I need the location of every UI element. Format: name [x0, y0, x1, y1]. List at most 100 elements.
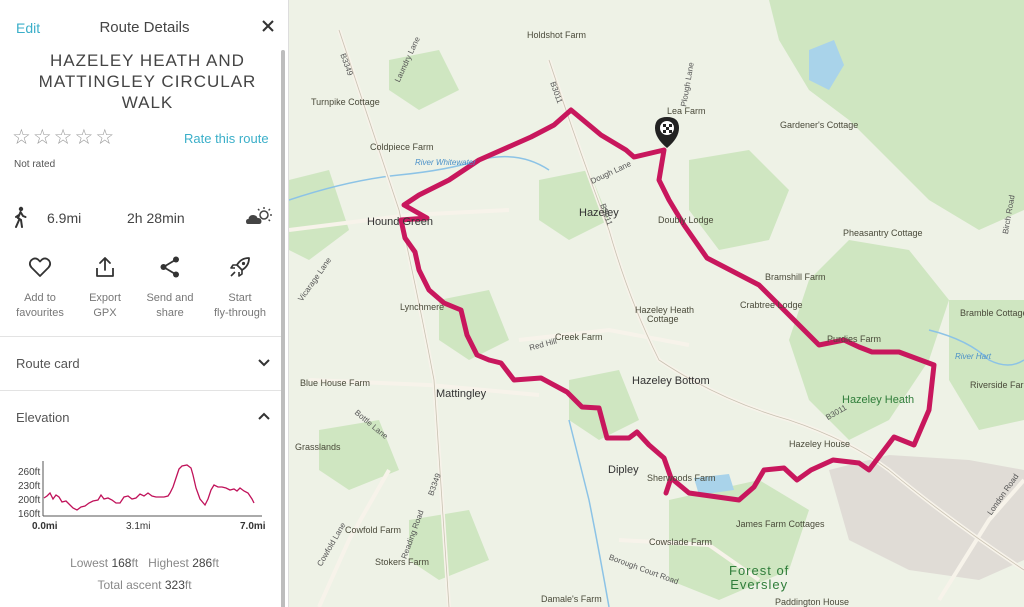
map-place-label: Lea Farm — [667, 106, 706, 116]
x-end-label: 7.0mi — [240, 521, 266, 532]
rocket-icon — [230, 257, 250, 277]
start-fly-through-button[interactable]: Start fly-through — [205, 255, 275, 321]
chevron-up-icon — [258, 412, 270, 420]
elevation-profile-line — [43, 464, 255, 511]
y-tick-label: 230ft — [18, 481, 40, 492]
map-place-label: Paddington House — [775, 597, 850, 607]
route-card-toggle[interactable]: Route card — [0, 337, 281, 389]
map-place-label: Mattingley — [436, 388, 487, 400]
star-icon[interactable]: ☆ — [95, 127, 114, 149]
map-place-label: Dipley — [608, 464, 639, 476]
action-label-line-1: Start — [228, 292, 252, 304]
map-river-label: River Whitewater — [415, 158, 476, 167]
map-place-label: Sherwoods Farm — [647, 473, 716, 483]
share-icon — [160, 256, 179, 278]
route-name: HAZELEY HEATH AND MATTINGLEY CIRCULAR WA… — [20, 50, 275, 113]
close-icon[interactable] — [260, 18, 276, 34]
ascent-label: Total ascent — [97, 578, 162, 592]
map-place-label: Riverside Farm — [970, 380, 1024, 390]
highest-value: 286 — [192, 556, 213, 570]
forest-label-line-2: Eversley — [730, 577, 789, 592]
woodland-area — [319, 420, 399, 490]
built-up-area — [829, 455, 1024, 580]
map-place-label: Cowslade Farm — [649, 537, 713, 547]
map-place-label: Hazeley Heath — [842, 394, 915, 406]
route-stats: 6.9mi 2h 28min — [0, 206, 281, 230]
route-distance: 6.9mi — [47, 210, 81, 226]
map-forest-label: Forest of Eversley — [729, 564, 789, 592]
heart-icon — [28, 257, 52, 277]
map-place-label: Bramble Cottage — [960, 308, 1024, 318]
elevation-toggle[interactable]: Elevation — [0, 391, 281, 443]
route-card-label: Route card — [16, 356, 80, 371]
map-view[interactable]: Holdshot Farm Lea Farm Gardener's Cottag… — [289, 0, 1024, 607]
finish-flag-marker-icon[interactable] — [655, 117, 679, 148]
ascent-value: 323 — [164, 578, 185, 592]
map-place-label: Gardener's Cottage — [780, 120, 859, 130]
distance-value: 6.9 — [47, 210, 67, 226]
elevation-total-ascent: Total ascent 323ft — [0, 578, 288, 592]
map-place-label: Bramshill Farm — [765, 272, 826, 282]
action-label-line-2: GPX — [93, 307, 117, 319]
distance-unit: mi — [66, 210, 82, 226]
scrollbar-thumb[interactable] — [281, 50, 285, 607]
panel-scrollbar[interactable] — [281, 50, 285, 607]
send-and-share-button[interactable]: Send and share — [135, 255, 205, 321]
map-place-label: Cowfold Farm — [345, 525, 402, 535]
y-tick-label: 260ft — [18, 467, 40, 478]
y-tick-label: 160ft — [18, 509, 40, 520]
map-place-label: Lynchmere — [400, 302, 445, 312]
elevation-label: Elevation — [16, 410, 70, 425]
minutes-unit: min — [162, 210, 185, 226]
star-icon[interactable]: ☆ — [12, 127, 31, 149]
map-place-label: Grasslands — [295, 442, 341, 452]
action-label-line-1: Send and — [146, 292, 194, 304]
route-duration: 2h 28min — [127, 210, 185, 226]
weather-cloud-sun-icon[interactable] — [245, 206, 273, 228]
river — [568, 419, 610, 607]
star-rating[interactable]: ☆ ☆ ☆ ☆ ☆ — [12, 127, 114, 149]
action-label-line-1: Export — [89, 292, 121, 304]
map-place-label: Hound Green — [367, 216, 434, 228]
route-name-line-1: HAZELEY HEATH AND — [50, 51, 245, 70]
ascent-unit: ft — [184, 578, 192, 592]
rate-route-link[interactable]: Rate this route — [184, 131, 269, 146]
woodland-area — [769, 0, 1024, 230]
route-details-panel: Edit Route Details HAZELEY HEATH AND MAT… — [0, 0, 289, 607]
panel-title: Route Details — [99, 19, 190, 36]
x-start-label: 0.0mi — [32, 521, 58, 532]
action-label-line-2: favourites — [16, 307, 64, 319]
map-place-label: Hazeley Bottom — [632, 375, 710, 387]
map-place-label: Purdies Farm — [827, 334, 882, 344]
export-gpx-button[interactable]: Export GPX — [70, 255, 140, 321]
map-place-label: Damale's Farm — [541, 594, 602, 604]
hours-unit: h — [134, 210, 143, 226]
map-place-label: Coldpiece Farm — [370, 142, 434, 152]
star-icon[interactable]: ☆ — [54, 127, 73, 149]
hours-value: 2 — [127, 210, 135, 226]
action-label-line-1: Add to — [24, 292, 56, 304]
map-place-label: Creek Farm — [555, 332, 603, 342]
minutes-value: 28 — [146, 210, 163, 226]
map-place-label: Crabtree Lodge — [740, 300, 803, 310]
highest-label: Highest — [148, 556, 189, 570]
woodland-area — [289, 170, 349, 260]
star-icon[interactable]: ☆ — [74, 127, 93, 149]
elevation-chart: 260ft 230ft 200ft 160ft 0.0mi 3.1mi 7.0m… — [18, 461, 266, 532]
woodland-area — [689, 150, 789, 250]
map-place-label: Blue House Farm — [300, 378, 371, 388]
map-place-label: Cottage — [647, 314, 679, 324]
highest-unit: ft — [212, 556, 219, 570]
map-place-label: Holdshot Farm — [527, 30, 587, 40]
add-to-favourites-button[interactable]: Add to favourites — [5, 255, 75, 321]
lowest-unit: ft — [131, 556, 139, 570]
lowest-value: 168 — [111, 556, 132, 570]
map-place-label: James Farm Cottages — [736, 519, 825, 529]
rating-status: Not rated — [14, 159, 56, 170]
map-place-label: Stokers Farm — [375, 557, 430, 567]
elevation-lowest-highest: Lowest 168ft Highest 286ft — [0, 556, 288, 570]
export-icon — [96, 257, 114, 277]
route-name-line-2: MATTINGLEY CIRCULAR — [38, 72, 257, 91]
star-icon[interactable]: ☆ — [33, 127, 52, 149]
y-tick-label: 200ft — [18, 495, 40, 506]
